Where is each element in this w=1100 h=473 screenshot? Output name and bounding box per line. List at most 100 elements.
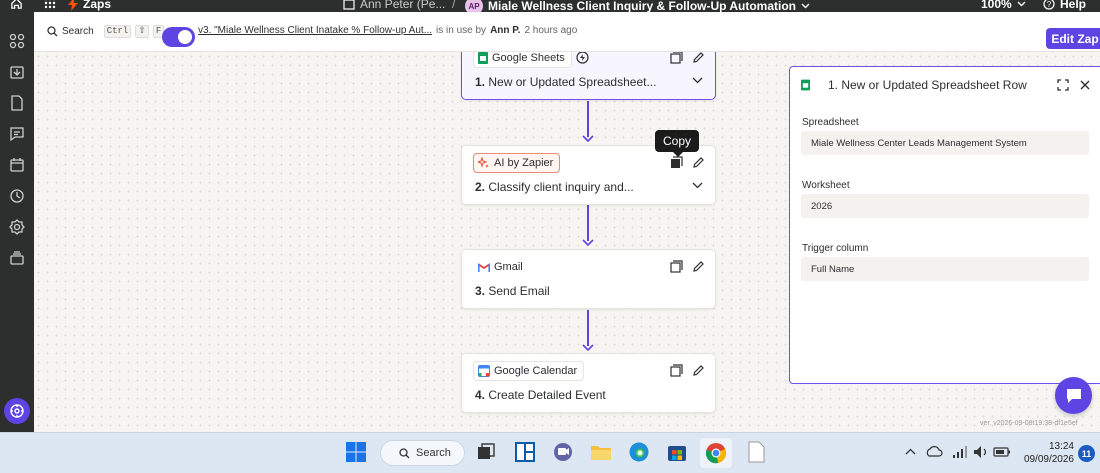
time-ago: 2 hours ago bbox=[524, 25, 578, 36]
google-sheets-icon bbox=[478, 52, 488, 64]
snap-layout-icon[interactable] bbox=[514, 441, 538, 465]
home-icon[interactable] bbox=[10, 0, 23, 10]
settings-icon[interactable] bbox=[9, 219, 25, 235]
step-card-calendar[interactable]: Google Calendar 4. Create Detailed Event bbox=[461, 353, 716, 413]
top-bar: Zaps Ann Peter (Pe... / AP Miale Wellnes… bbox=[0, 0, 1100, 15]
in-use-text: is in use by bbox=[436, 25, 487, 36]
taskbar-search[interactable]: Search bbox=[380, 440, 465, 466]
owner-folder[interactable]: Ann Peter (Pe... bbox=[343, 0, 445, 11]
step-app-name: AI by Zapier bbox=[494, 157, 554, 169]
version-link[interactable]: v3. "Miale Wellness Client Inatake % Fol… bbox=[198, 25, 432, 36]
step-title-text: Create Detailed Event bbox=[488, 388, 606, 402]
step-app-tag: Google Sheets bbox=[473, 52, 572, 68]
document-icon[interactable] bbox=[9, 95, 25, 111]
step-title-text: Classify client inquiry and... bbox=[488, 180, 634, 194]
clock-date: 09/09/2026 bbox=[1023, 454, 1074, 465]
calendar-icon[interactable] bbox=[9, 157, 25, 173]
import-icon[interactable] bbox=[9, 64, 25, 80]
edge-browser-icon[interactable] bbox=[628, 441, 652, 465]
close-icon[interactable] bbox=[1080, 80, 1093, 93]
help-menu[interactable]: ? Help bbox=[1043, 0, 1086, 11]
search-bar[interactable]: Search Ctrl ⇧ F bbox=[47, 25, 165, 38]
duplicate-icon[interactable] bbox=[670, 364, 683, 377]
step-number: 3. bbox=[475, 284, 486, 298]
field-label-worksheet: Worksheet bbox=[802, 180, 850, 191]
zaps-nav[interactable]: Zaps bbox=[68, 0, 111, 11]
chat-bubble-icon bbox=[1065, 387, 1083, 405]
zoom-menu[interactable]: 100% bbox=[981, 0, 1026, 11]
shortcut-key-ctrl: Ctrl bbox=[103, 25, 132, 38]
volume-icon[interactable] bbox=[973, 441, 989, 465]
blank-document-icon[interactable] bbox=[745, 441, 769, 465]
google-sheets-icon bbox=[801, 79, 811, 92]
expand-icon[interactable] bbox=[1057, 79, 1070, 92]
zap-on-toggle[interactable] bbox=[162, 27, 195, 47]
chat-icon[interactable] bbox=[9, 126, 25, 142]
cloud-sync-icon[interactable] bbox=[925, 441, 943, 465]
battery-icon[interactable] bbox=[993, 441, 1011, 465]
clock-time: 13:24 bbox=[1048, 441, 1074, 452]
field-value-trigger-column[interactable]: Full Name bbox=[801, 257, 1089, 281]
field-label-spreadsheet: Spreadsheet bbox=[802, 117, 859, 128]
status-bolt-icon bbox=[576, 52, 589, 64]
version-footer: ver. v2026-09-08t19:38-df1e5ef bbox=[980, 420, 1078, 427]
field-label-trigger-column: Trigger column bbox=[802, 243, 869, 254]
store-icon[interactable] bbox=[666, 441, 690, 465]
edit-zap-button[interactable]: Edit Zap bbox=[1046, 28, 1100, 49]
step-app-tag: Google Calendar bbox=[473, 361, 585, 381]
folder-icon bbox=[343, 0, 355, 10]
editor-subheader: Search Ctrl ⇧ F v3. "Miale Wellness Clie… bbox=[34, 12, 1100, 52]
windows-start-icon[interactable] bbox=[345, 441, 369, 465]
zoom-level: 100% bbox=[981, 0, 1012, 11]
chevron-down-icon bbox=[801, 3, 810, 9]
in-use-user: Ann P. bbox=[490, 25, 521, 36]
notification-badge[interactable]: 11 bbox=[1078, 445, 1095, 462]
chat-support-button[interactable] bbox=[1055, 377, 1092, 414]
arrow-down-icon bbox=[582, 344, 594, 352]
task-view-icon[interactable] bbox=[475, 441, 499, 465]
edit-pencil-icon[interactable] bbox=[692, 52, 705, 64]
step-number: 2. bbox=[475, 180, 486, 194]
gmail-icon bbox=[478, 262, 490, 272]
stack-icon[interactable] bbox=[9, 250, 25, 266]
arrow-down-icon bbox=[582, 135, 594, 143]
step-title-text: Send Email bbox=[488, 284, 550, 298]
field-value-spreadsheet[interactable]: Miale Wellness Center Leads Management S… bbox=[801, 131, 1089, 155]
edit-pencil-icon[interactable] bbox=[692, 156, 705, 169]
zap-canvas[interactable]: Google Sheets 1. New or Updated Spreadsh… bbox=[34, 52, 1100, 432]
field-value-worksheet[interactable]: 2026 bbox=[801, 194, 1089, 218]
shortcut-key-shift: ⇧ bbox=[135, 25, 149, 38]
step-app-name: Google Sheets bbox=[492, 52, 565, 64]
apps-icon[interactable] bbox=[9, 33, 25, 49]
help-icon: ? bbox=[1043, 0, 1055, 10]
duplicate-icon[interactable] bbox=[670, 156, 683, 169]
connector-line bbox=[587, 310, 589, 346]
chevron-down-icon bbox=[1017, 1, 1026, 7]
step-app-tag: AI by Zapier bbox=[473, 153, 561, 173]
chrome-browser-icon[interactable] bbox=[700, 438, 732, 468]
edit-pencil-icon[interactable] bbox=[692, 260, 705, 273]
step-app-name: Google Calendar bbox=[494, 365, 578, 377]
connector-line bbox=[587, 101, 589, 137]
chevron-down-icon[interactable] bbox=[692, 77, 705, 90]
breadcrumb-separator: / bbox=[452, 0, 456, 11]
step-card-trigger[interactable]: Google Sheets 1. New or Updated Spreadsh… bbox=[461, 52, 716, 100]
left-rail bbox=[0, 12, 34, 432]
step-details-panel: 1. New or Updated Spreadsheet Row Spread… bbox=[789, 66, 1100, 384]
history-icon[interactable] bbox=[9, 188, 25, 204]
teams-chat-icon[interactable] bbox=[552, 441, 576, 465]
system-clock[interactable]: 13:24 09/09/2026 bbox=[1018, 440, 1074, 466]
wifi-icon[interactable] bbox=[952, 441, 968, 465]
copilot-icon[interactable] bbox=[4, 398, 30, 424]
edit-pencil-icon[interactable] bbox=[692, 364, 705, 377]
file-explorer-icon[interactable] bbox=[590, 441, 614, 465]
duplicate-icon[interactable] bbox=[670, 260, 683, 273]
step-app-name: Gmail bbox=[494, 261, 523, 273]
chevron-down-icon[interactable] bbox=[692, 182, 705, 195]
chevron-up-icon[interactable] bbox=[905, 441, 917, 465]
step-card-gmail[interactable]: Gmail 3. Send Email bbox=[461, 249, 716, 309]
step-number: 4. bbox=[475, 388, 486, 402]
app-grid-icon[interactable] bbox=[44, 0, 56, 9]
copy-tooltip: Copy bbox=[655, 130, 699, 157]
duplicate-icon[interactable] bbox=[670, 52, 683, 64]
